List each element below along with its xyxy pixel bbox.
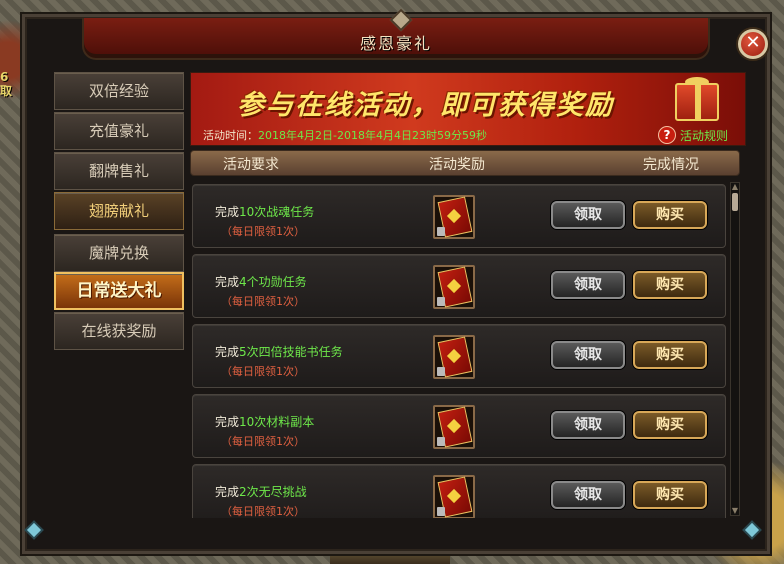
close-icon: ✕ [745,32,761,53]
event-time-value: 2018年4月2日-2018年4月4日23时59分59秒 [258,129,487,142]
reward-card-icon[interactable] [433,265,475,309]
claim-button[interactable]: 领取 [551,341,625,369]
banner-headline: 参与在线活动，即可获得奖励 [237,90,614,121]
buy-button[interactable]: 购买 [633,271,707,299]
task-description: 完成4个功勋任务 [215,275,307,289]
lock-icon [437,507,445,516]
task-description: 完成10次材料副本 [215,415,315,429]
event-time-label: 活动时间： [203,129,258,142]
scroll-up-icon[interactable]: ▲ [731,183,739,191]
table-header: 活动要求 活动奖励 完成情况 [190,150,740,176]
sidebar-item-magic-card-exchange[interactable]: 魔牌兑换 [54,234,184,272]
help-icon[interactable]: ? [658,126,676,144]
gift-box-icon [675,83,719,121]
buy-button[interactable]: 购买 [633,411,707,439]
corner-gem-icon [26,522,42,538]
header-reward: 活动奖励 [429,157,485,173]
lock-icon [437,297,445,306]
lock-icon [437,437,445,446]
close-button[interactable]: ✕ [738,29,768,59]
reward-card-icon[interactable] [433,405,475,449]
scene-fragment-text: 6 取 [0,70,13,98]
claim-button[interactable]: 领取 [551,201,625,229]
scroll-down-icon[interactable]: ▼ [731,507,739,515]
sidebar-item-online-reward[interactable]: 在线获奖励 [54,312,184,350]
sidebar-nav: 双倍经验 充值豪礼 翻牌售礼 翅膀献礼 魔牌兑换 日常送大礼 在线获奖励 [54,70,186,518]
sidebar-item-flip-card[interactable]: 翻牌售礼 [54,152,184,190]
task-limit: （每日限领1次） [221,435,305,448]
sidebar-item-recharge-gift[interactable]: 充值豪礼 [54,112,184,150]
task-description: 完成10次战魂任务 [215,205,315,219]
header-status: 完成情况 [643,157,699,173]
claim-button[interactable]: 领取 [551,481,625,509]
task-row: 完成4个功勋任务 （每日限领1次） 领取 购买 [192,254,726,318]
claim-button[interactable]: 领取 [551,411,625,439]
task-list: 完成10次战魂任务 （每日限领1次） 领取 购买 完成4个功勋任务 （每日限领1… [192,180,728,518]
sidebar-item-wing-gift[interactable]: 翅膀献礼 [54,192,184,230]
corner-gem-icon [744,522,760,538]
task-row: 完成2次无尽挑战 （每日限领1次） 领取 购买 [192,464,726,518]
header-requirement: 活动要求 [223,157,279,173]
rules-link[interactable]: 活动规则 [680,127,728,144]
task-description: 完成5次四倍技能书任务 [215,345,343,359]
reward-card-icon[interactable] [433,195,475,239]
reward-card-icon[interactable] [433,335,475,379]
sidebar-item-double-exp[interactable]: 双倍经验 [54,72,184,110]
task-description: 完成2次无尽挑战 [215,485,307,499]
reward-card-icon[interactable] [433,475,475,518]
task-limit: （每日限领1次） [221,295,305,308]
lock-icon [437,367,445,376]
task-row: 完成5次四倍技能书任务 （每日限领1次） 领取 购买 [192,324,726,388]
event-time: 活动时间：2018年4月2日-2018年4月4日23时59分59秒 [203,127,487,143]
task-limit: （每日限领1次） [221,505,305,518]
window-title: 感恩豪礼 [359,34,432,53]
task-row: 完成10次材料副本 （每日限领1次） 领取 购买 [192,394,726,458]
task-row: 完成10次战魂任务 （每日限领1次） 领取 购买 [192,184,726,248]
sidebar-item-daily-gift[interactable]: 日常送大礼 [54,272,184,310]
lock-icon [437,227,445,236]
list-scrollbar[interactable]: ▲ ▼ [730,182,740,516]
task-limit: （每日限领1次） [221,225,305,238]
task-limit: （每日限领1次） [221,365,305,378]
claim-button[interactable]: 领取 [551,271,625,299]
buy-button[interactable]: 购买 [633,201,707,229]
buy-button[interactable]: 购买 [633,481,707,509]
scroll-thumb[interactable] [732,193,738,211]
buy-button[interactable]: 购买 [633,341,707,369]
